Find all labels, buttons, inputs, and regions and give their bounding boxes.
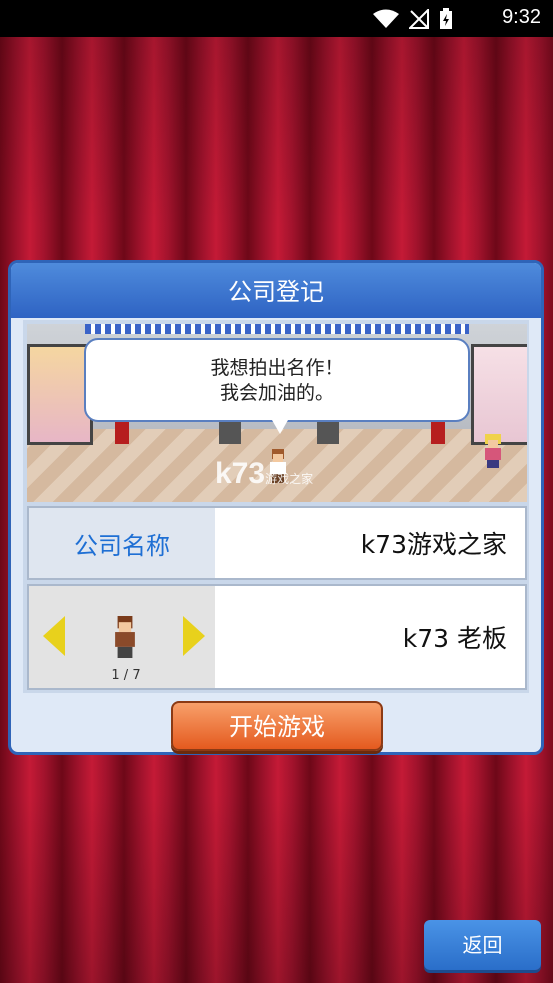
watermark: k73游戏之家: [215, 457, 313, 491]
company-name-label: 公司名称: [29, 508, 215, 578]
company-registration-dialog: 公司登记 我想拍出名作！ 我会加油的。 k73游戏之家 公司名称 k73游戏之家…: [8, 260, 544, 755]
speech-bubble: 我想拍出名作！ 我会加油的。: [84, 338, 470, 434]
office-scene: 我想拍出名作！ 我会加油的。 k73游戏之家: [27, 324, 527, 502]
clock: 9:32: [502, 6, 541, 28]
company-name-value[interactable]: k73游戏之家: [361, 508, 507, 578]
president-row: 1 / 7 k73 老板: [27, 584, 527, 690]
arrow-right-icon[interactable]: [183, 616, 205, 656]
president-name-value[interactable]: k73 老板: [403, 586, 507, 688]
status-icons: [373, 8, 453, 30]
wifi-icon: [373, 9, 399, 28]
back-button[interactable]: 返回: [424, 920, 541, 970]
dialog-title: 公司登记: [11, 263, 541, 318]
avatar-selector: 1 / 7: [29, 586, 215, 688]
avatar-sprite: [115, 616, 135, 658]
scene-banner-stripe: [85, 324, 469, 334]
dialog-content: 我想拍出名作！ 我会加油的。 k73游戏之家 公司名称 k73游戏之家 1 / …: [23, 320, 529, 693]
avatar-counter: 1 / 7: [111, 668, 141, 683]
poster-right: [471, 344, 527, 445]
arrow-left-icon[interactable]: [43, 616, 65, 656]
speech-line-2: 我会加油的。: [219, 382, 334, 404]
npc-character-sprite: [485, 434, 501, 468]
battery-icon: [440, 8, 452, 29]
start-game-button[interactable]: 开始游戏: [171, 701, 383, 751]
no-signal-icon: [409, 9, 429, 29]
watermark-text: k73: [215, 457, 266, 490]
company-name-row[interactable]: 公司名称 k73游戏之家: [27, 506, 527, 580]
watermark-subtext: 游戏之家: [265, 472, 314, 486]
status-bar: 9:32: [0, 0, 553, 37]
speech-line-1: 我想拍出名作！: [210, 357, 344, 379]
